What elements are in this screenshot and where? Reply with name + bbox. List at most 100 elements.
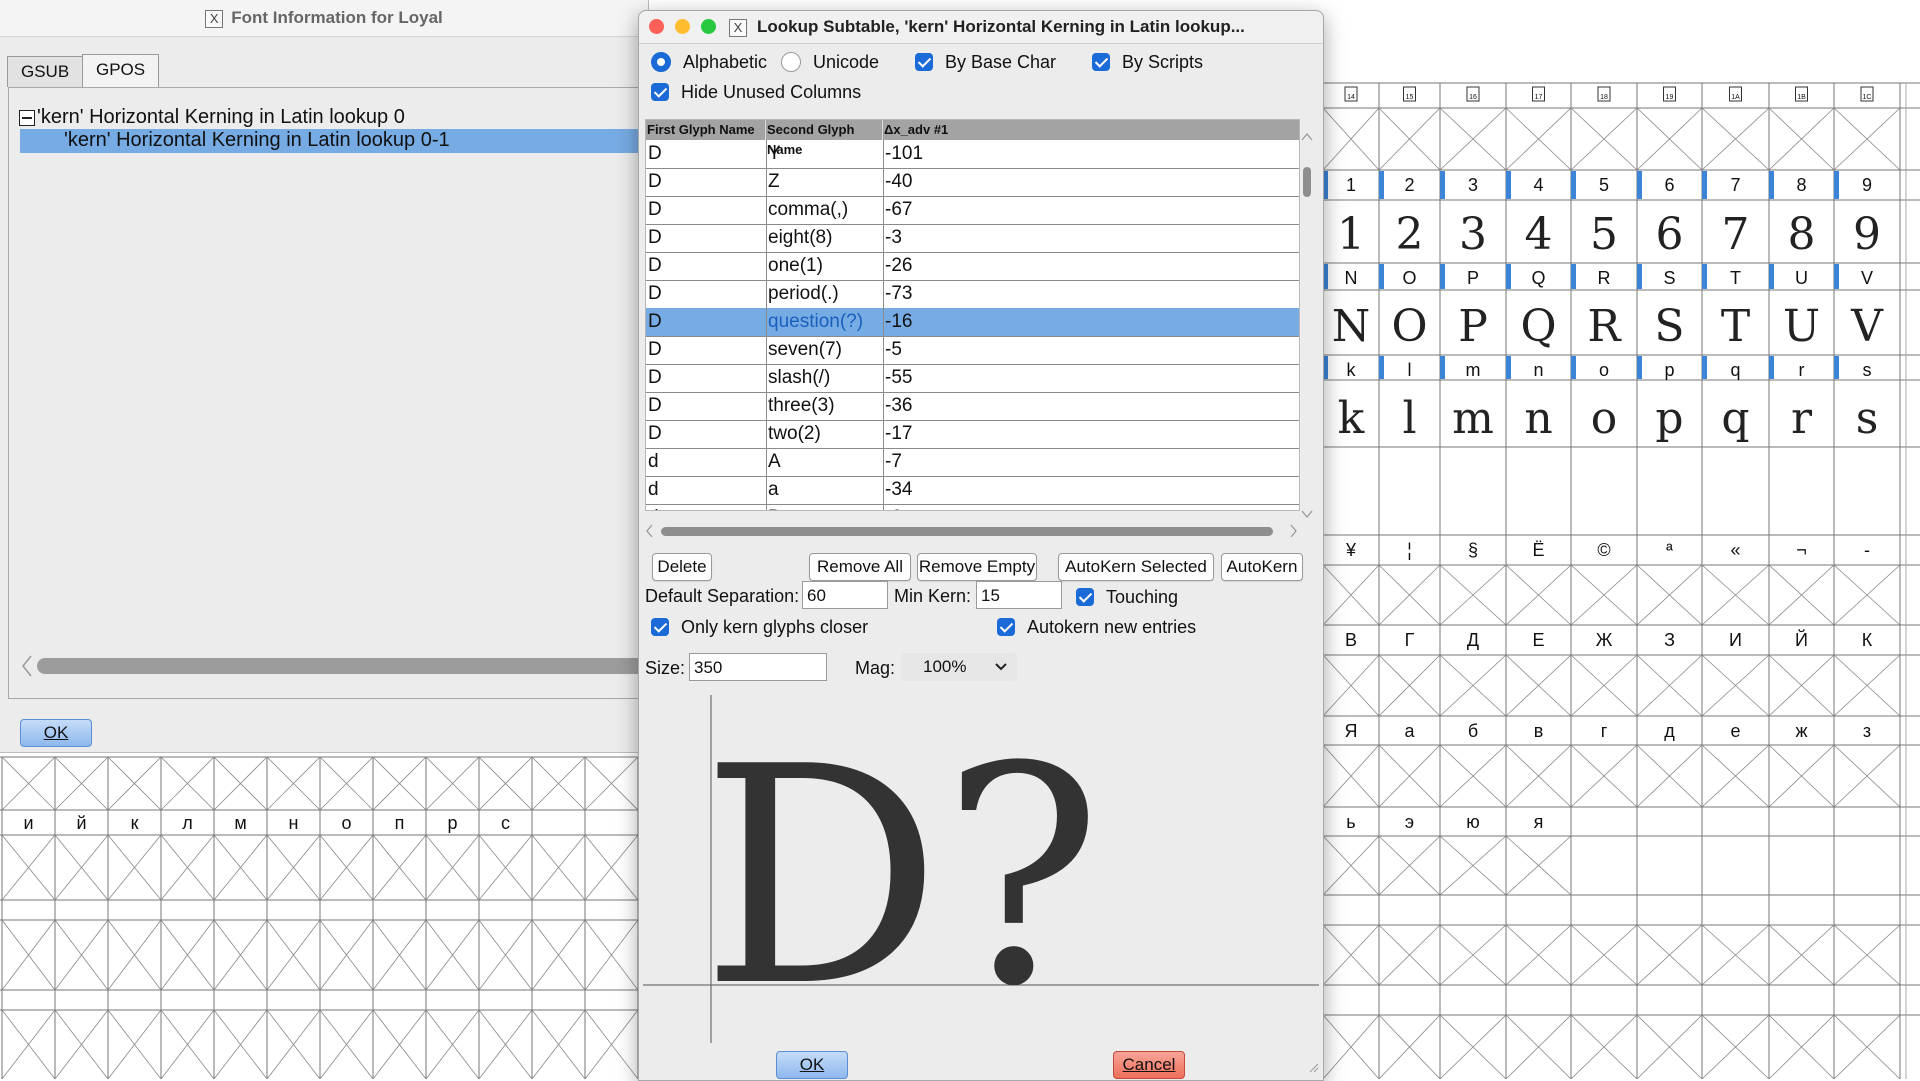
dx-adv-cell[interactable]: -34 [883,476,1299,504]
sort-alphabetic-radio[interactable]: Alphabetic [651,51,767,73]
table-row[interactable]: Dthree(3) -36 [646,392,1299,421]
dx-adv-cell[interactable]: -26 [883,252,1299,280]
table-row[interactable]: dB-6 [646,504,1299,510]
dialog-ok-button[interactable]: OK [776,1051,848,1079]
first-glyph-cell[interactable]: D [646,196,767,224]
first-glyph-cell[interactable]: D [646,364,767,392]
vertical-scrollbar[interactable] [1300,131,1314,521]
table-row[interactable]: Deight(8) -3 [646,224,1299,253]
first-glyph-cell[interactable]: d [646,448,767,476]
second-glyph-cell[interactable]: Y [766,140,884,168]
dx-adv-cell[interactable]: -3 [883,224,1299,252]
second-glyph-cell[interactable]: seven(7) [766,336,884,364]
second-glyph-cell[interactable]: eight(8) [766,224,884,252]
ok-button[interactable]: OK [20,719,92,747]
cancel-button[interactable]: Cancel [1113,1051,1185,1079]
table-row[interactable]: Dcomma(,) -67 [646,196,1299,225]
size-field[interactable]: 350 [689,653,827,681]
dx-adv-cell[interactable]: -101 [883,140,1299,168]
dx-adv-cell[interactable]: -16 [883,308,1299,336]
glyph-label: 5 [1599,175,1609,195]
glyph-image: s [1856,393,1879,444]
remove-empty-button[interactable]: Remove Empty [917,553,1037,581]
second-glyph-cell[interactable]: question(?) [766,308,884,336]
column-header-first-glyph[interactable]: First Glyph Name [646,120,766,140]
first-glyph-cell[interactable]: D [646,140,767,168]
column-header-dx-adv[interactable]: Δx_adv #1 [883,120,1298,140]
first-glyph-cell[interactable]: D [646,280,767,308]
first-glyph-cell[interactable]: D [646,308,767,336]
tree-item-lookup-0[interactable]: 'kern' Horizontal Kerning in Latin looku… [19,106,405,129]
dx-adv-cell[interactable]: -67 [883,196,1299,224]
column-header-second-glyph[interactable]: Second Glyph Name [766,120,883,157]
table-row[interactable]: Dslash(/) -55 [646,364,1299,393]
by-base-char-checkbox[interactable]: By Base Char [915,51,1056,73]
autokern-button[interactable]: AutoKern [1221,553,1303,581]
first-glyph-cell[interactable]: D [646,168,767,196]
second-glyph-cell[interactable]: B [766,504,884,510]
delete-button[interactable]: Delete [652,553,712,581]
remove-all-button[interactable]: Remove All [809,553,911,581]
dialog-titlebar: X Lookup Subtable, 'kern' Horizontal Ker… [639,11,1323,44]
second-glyph-cell[interactable]: one(1) [766,252,884,280]
touching-checkbox[interactable]: Touching [1076,586,1178,608]
dx-adv-cell[interactable]: -73 [883,280,1299,308]
table-row[interactable]: d a -34 [646,476,1299,505]
autokern-new-entries-checkbox[interactable]: Autokern new entries [997,616,1196,638]
second-glyph-cell[interactable]: period(.) [766,280,884,308]
first-glyph-cell[interactable]: D [646,252,767,280]
second-glyph-cell[interactable]: three(3) [766,392,884,420]
dx-adv-cell[interactable]: -17 [883,420,1299,448]
dx-adv-cell[interactable]: -7 [883,448,1299,476]
hide-unused-columns-checkbox[interactable]: Hide Unused Columns [651,81,861,103]
dx-adv-cell[interactable]: -55 [883,364,1299,392]
second-glyph-cell[interactable]: slash(/) [766,364,884,392]
second-glyph-cell[interactable]: a [766,476,884,504]
second-glyph-cell[interactable]: A [766,448,884,476]
dx-adv-cell[interactable]: -36 [883,392,1299,420]
table-row[interactable]: D Z -40 [646,168,1299,197]
min-kern-field[interactable]: 15 [976,581,1062,609]
first-glyph-cell[interactable]: D [646,224,767,252]
minimize-icon[interactable] [675,19,690,34]
tree-item-subtable-0-1[interactable]: 'kern' Horizontal Kerning in Latin looku… [20,129,649,153]
table-row[interactable]: Dseven(7) -5 [646,336,1299,365]
table-horizontal-scrollbar[interactable] [645,523,1298,539]
resize-grip-icon[interactable] [1307,1058,1319,1078]
dx-adv-cell[interactable]: -5 [883,336,1299,364]
autokern-selected-button[interactable]: AutoKern Selected [1058,553,1214,581]
first-glyph-cell[interactable]: d [646,504,767,510]
default-separation-field[interactable]: 60 [802,581,888,609]
font-info-title: Font Information for Loyal [231,8,443,27]
second-glyph-cell[interactable]: comma(,) [766,196,884,224]
first-glyph-cell[interactable]: D [646,420,767,448]
tree-item-label: 'kern' Horizontal Kerning in Latin looku… [64,129,450,151]
only-kern-closer-checkbox[interactable]: Only kern glyphs closer [651,616,868,638]
table-row[interactable]: D Y -101 [646,140,1299,169]
dx-adv-cell[interactable]: -6 [883,504,1299,510]
table-row[interactable]: Dtwo(2) -17 [646,420,1299,449]
close-icon[interactable] [649,19,664,34]
mag-select[interactable]: 100% [901,653,1017,681]
scroll-left-icon[interactable] [21,655,33,682]
first-glyph-cell[interactable]: D [646,336,767,364]
horizontal-scrollbar[interactable] [37,658,649,674]
checkbox-icon [1092,53,1110,72]
zoom-icon[interactable] [701,19,716,34]
first-glyph-cell[interactable]: d [646,476,767,504]
glyph-label: з [1863,721,1871,741]
table-row[interactable]: d A -7 [646,448,1299,477]
sort-unicode-radio[interactable]: Unicode [781,51,879,73]
first-glyph-cell[interactable]: D [646,392,767,420]
dx-adv-cell[interactable]: -40 [883,168,1299,196]
tab-gsub[interactable]: GSUB [7,56,84,87]
table-row[interactable]: Done(1) -26 [646,252,1299,281]
tab-gpos[interactable]: GPOS [82,54,160,87]
collapse-icon[interactable] [19,109,35,126]
glyph-code: 17 [1535,94,1543,101]
second-glyph-cell[interactable]: Z [766,168,884,196]
table-row[interactable]: Dperiod(.) -73 [646,280,1299,309]
by-scripts-checkbox[interactable]: By Scripts [1092,51,1203,73]
second-glyph-cell[interactable]: two(2) [766,420,884,448]
table-row[interactable]: Dquestion(?) -16 [646,308,1299,337]
